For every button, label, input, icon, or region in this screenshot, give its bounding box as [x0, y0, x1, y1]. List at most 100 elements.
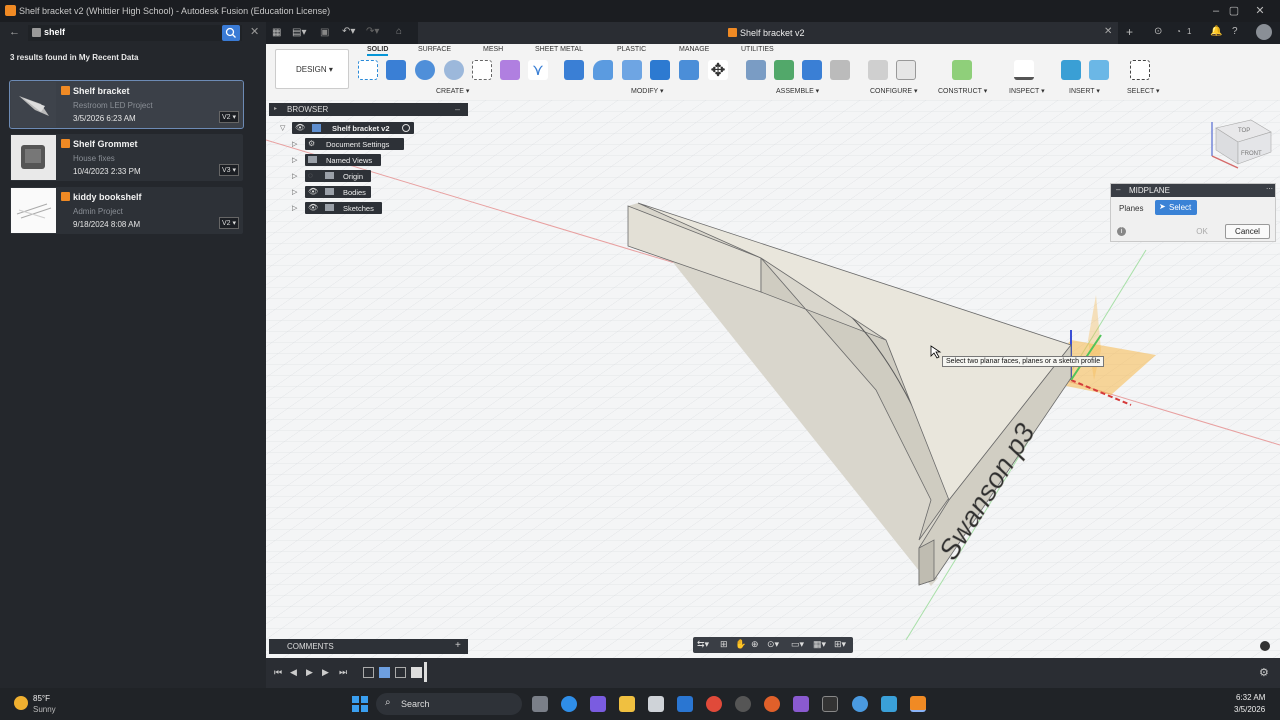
press-pull-icon[interactable] [564, 60, 584, 80]
clear-search-icon[interactable]: ✕ [250, 25, 259, 38]
move-copy-icon[interactable]: ✥ [708, 60, 728, 80]
group-configure[interactable]: CONFIGURE ▾ [870, 87, 917, 95]
browser-node-sketches[interactable]: 👁 Sketches [305, 202, 382, 214]
browser-node-bodies[interactable]: 👁 Bodies [305, 186, 371, 198]
group-assemble[interactable]: ASSEMBLE ▾ [776, 87, 819, 95]
teams-icon[interactable] [590, 696, 606, 712]
dialog-menu-icon[interactable]: ⋯ [1266, 185, 1273, 193]
version-badge[interactable]: V2 ▾ [218, 217, 239, 229]
tab-surface[interactable]: SURFACE [418, 46, 451, 53]
chrome-icon[interactable] [706, 696, 722, 712]
windows-start-icon[interactable] [352, 696, 368, 712]
result-card-kiddy-bookshelf[interactable]: kiddy bookshelf Admin Project 9/18/2024 … [10, 187, 243, 234]
firefox-icon[interactable] [764, 696, 780, 712]
fillet-icon[interactable] [593, 60, 613, 80]
group-select[interactable]: SELECT ▾ [1127, 87, 1160, 95]
create-sketch-icon[interactable] [358, 60, 378, 80]
weather-sun-icon[interactable] [14, 696, 28, 710]
extensions-icon[interactable]: ⊙ [1154, 26, 1162, 37]
comments-bar[interactable]: COMMENTS + [269, 639, 468, 654]
desktop-app-icon[interactable] [881, 696, 897, 712]
browser-node-origin[interactable]: ◌ Origin [305, 170, 371, 182]
outlook-icon[interactable] [677, 696, 693, 712]
terminal-icon[interactable] [822, 696, 838, 712]
browser-root-node[interactable]: 👁 Shelf bracket v2 [292, 122, 414, 134]
version-badge[interactable]: V3 ▾ [218, 164, 239, 176]
pan-icon[interactable]: ✋ [735, 639, 746, 650]
file-explorer-icon[interactable] [619, 696, 635, 712]
slack-icon[interactable] [793, 696, 809, 712]
collapse-dialog-icon[interactable]: – [1116, 185, 1120, 194]
file-menu-icon[interactable]: ▤▾ [292, 27, 306, 38]
eye-icon[interactable]: 👁 [308, 187, 318, 196]
back-arrow-icon[interactable]: ← [9, 26, 20, 38]
as-built-joint-icon[interactable] [802, 60, 822, 80]
zoom-icon[interactable]: ⊕ [751, 639, 759, 650]
notifications-icon[interactable]: 🔔 [1210, 26, 1222, 37]
document-tab[interactable]: Shelf bracket v2 ✕ [418, 22, 1118, 44]
undo-icon[interactable]: ↶▾ [342, 26, 355, 37]
form-icon[interactable] [500, 60, 520, 80]
orbit-icon[interactable]: ⇆▾ [697, 639, 709, 650]
offset-plane-icon[interactable] [952, 60, 972, 80]
play-icon[interactable]: ▶ [306, 667, 313, 678]
go-to-end-icon[interactable]: ⏭ [339, 667, 347, 678]
shell-icon[interactable] [650, 60, 670, 80]
planes-select-button[interactable]: ➤ Select [1155, 200, 1197, 215]
combine-icon[interactable] [679, 60, 699, 80]
create-more-icon[interactable]: ⋎ [528, 60, 548, 80]
timeline-settings-icon[interactable]: ⚙ [1259, 666, 1269, 679]
task-view-icon[interactable] [532, 696, 548, 712]
pattern-icon[interactable] [472, 60, 492, 80]
help-icon[interactable]: ? [1232, 26, 1238, 37]
group-inspect[interactable]: INSPECT ▾ [1009, 87, 1045, 95]
workspace-dropdown[interactable]: DESIGN ▾ [275, 49, 349, 89]
close-tab-icon[interactable]: ✕ [1104, 26, 1112, 37]
weather-temp[interactable]: 85°F [33, 694, 50, 703]
timeline-extrude-feature-icon[interactable] [379, 667, 390, 678]
extrude-icon[interactable] [386, 60, 406, 80]
edge-icon[interactable] [561, 696, 577, 712]
group-insert[interactable]: INSERT ▾ [1069, 87, 1100, 95]
result-card-shelf-bracket[interactable]: Shelf bracket Restroom LED Project 3/5/2… [9, 80, 244, 129]
result-card-shelf-grommet[interactable]: Shelf Grommet House fixes 10/4/2023 2:33… [10, 134, 243, 181]
home-icon[interactable]: ⌂ [396, 26, 402, 37]
version-badge[interactable]: V2 ▾ [218, 111, 239, 123]
maximize-icon[interactable]: ▢ [1226, 3, 1242, 19]
chrome-profile-icon[interactable] [852, 696, 868, 712]
store-icon[interactable] [648, 696, 664, 712]
timeline-sketch-feature-icon[interactable] [363, 667, 374, 678]
new-tab-icon[interactable]: + [1126, 25, 1133, 39]
dialog-header[interactable]: – MIDPLANE ⋯ [1111, 184, 1275, 197]
expand-root-icon[interactable]: ▽ [280, 124, 285, 132]
expand-node-icon[interactable]: ▷ [292, 188, 297, 196]
timeline-marker[interactable] [424, 662, 427, 682]
grid-settings-icon[interactable]: ▦▾ [813, 639, 826, 650]
tab-plastic[interactable]: PLASTIC [617, 46, 646, 53]
grid-menu-icon[interactable]: ▦ [272, 27, 281, 38]
search-button[interactable] [222, 25, 240, 41]
cancel-button[interactable]: Cancel [1225, 224, 1270, 239]
github-icon[interactable] [735, 696, 751, 712]
go-to-start-icon[interactable]: ⏮ [274, 667, 282, 678]
look-at-icon[interactable]: ⊞ [720, 639, 728, 650]
avatar[interactable] [1256, 24, 1272, 40]
eye-hidden-icon[interactable]: ◌ [308, 171, 313, 180]
fit-icon[interactable]: ⊙▾ [767, 639, 779, 650]
job-status-icon[interactable]: ◔ [1176, 27, 1181, 36]
viewports-icon[interactable]: ⊞▾ [834, 639, 846, 650]
redo-icon[interactable]: ↷▾ [366, 26, 379, 37]
close-icon[interactable]: ✕ [1252, 3, 1268, 19]
expand-node-icon[interactable]: ▷ [292, 140, 297, 148]
taskbar-search-box[interactable]: ⌕ Search [376, 693, 522, 715]
group-modify[interactable]: MODIFY ▾ [631, 87, 664, 95]
browser-node-named-views[interactable]: Named Views [305, 154, 381, 166]
expand-node-icon[interactable]: ▷ [292, 204, 297, 212]
chamfer-icon[interactable] [622, 60, 642, 80]
minimize-browser-icon[interactable]: – [455, 104, 460, 114]
ok-button[interactable]: OK [1191, 224, 1213, 239]
joint-icon[interactable] [774, 60, 794, 80]
expand-node-icon[interactable]: ▷ [292, 172, 297, 180]
tab-mesh[interactable]: MESH [483, 46, 503, 53]
clock-time[interactable]: 6:32 AM [1236, 693, 1265, 702]
